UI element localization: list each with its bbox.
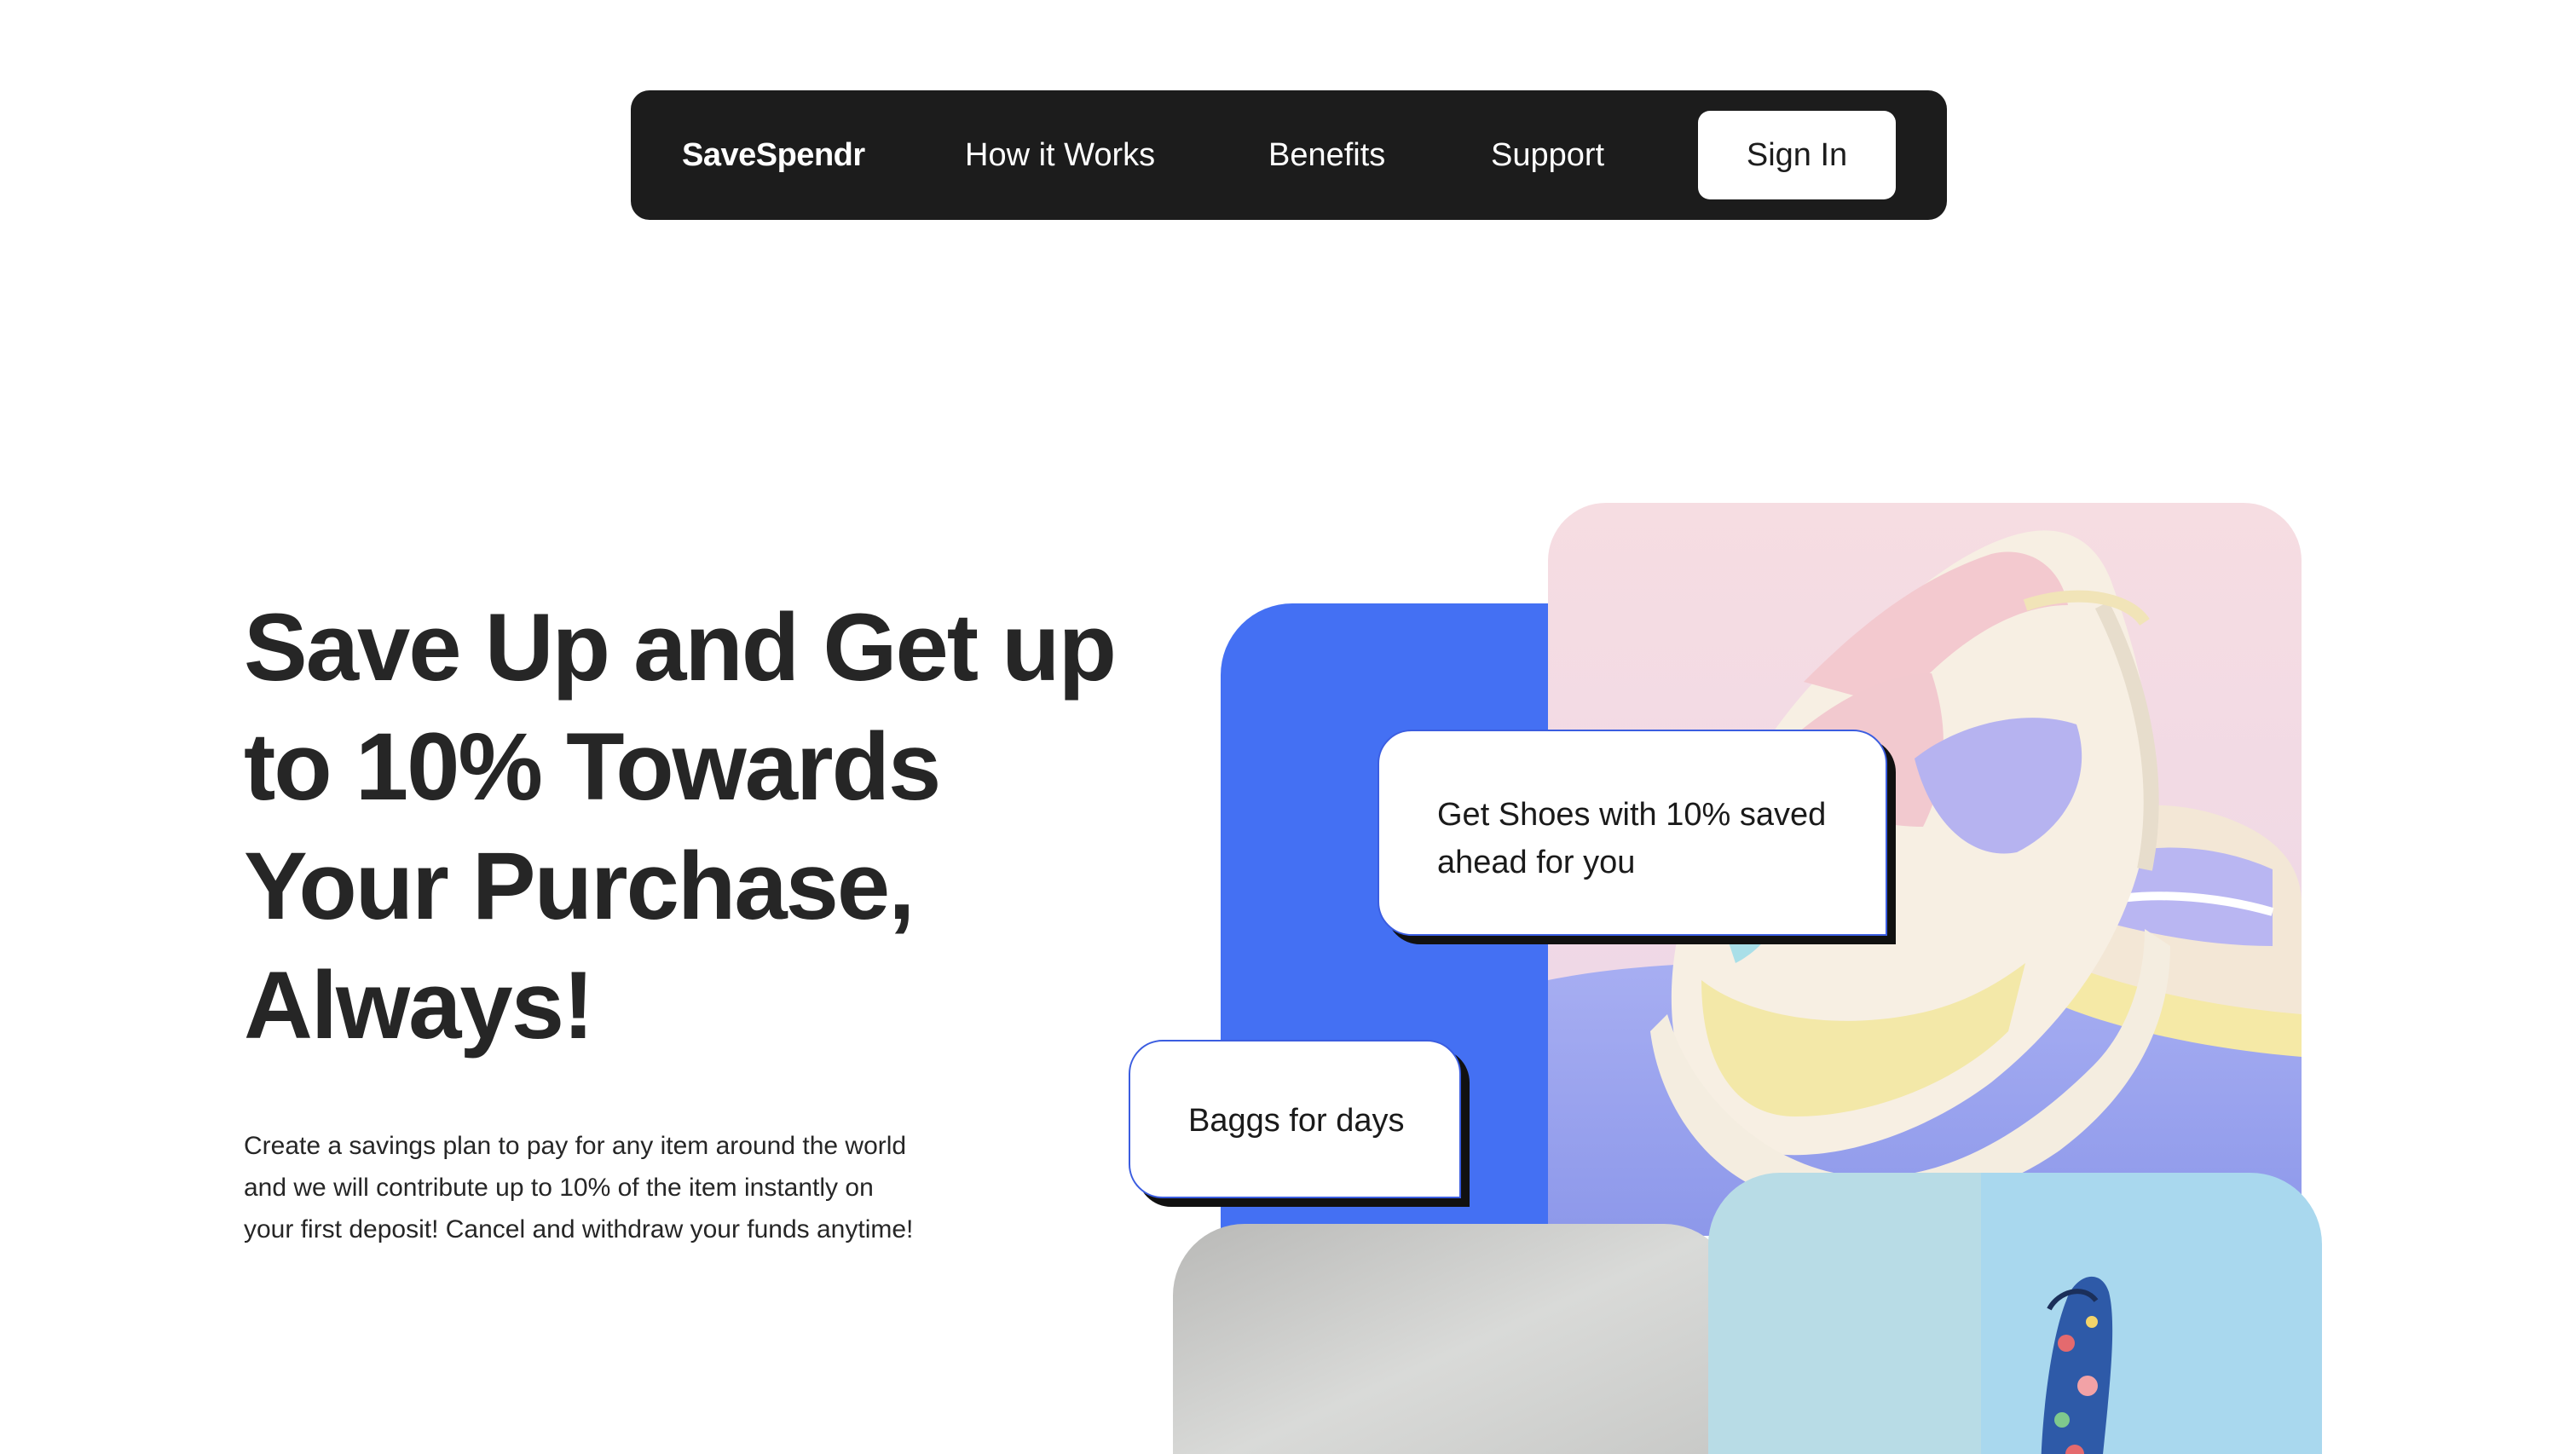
- bags-callout-text: Baggs for days: [1188, 1103, 1405, 1139]
- landing-page: SaveSpendr How it Works Benefits Support…: [0, 0, 2576, 1454]
- hero-title: Save Up and Get up to 10% Towards Your P…: [244, 594, 1117, 1059]
- top-navbar: SaveSpendr How it Works Benefits Support…: [631, 90, 1947, 220]
- sign-in-button[interactable]: Sign In: [1698, 111, 1896, 199]
- shoes-callout-card: Get Shoes with 10% saved ahead for you: [1378, 730, 1887, 936]
- hero-subtitle: Create a savings plan to pay for any ite…: [244, 1132, 914, 1243]
- shoes-callout-text: Get Shoes with 10% saved ahead for you: [1437, 797, 1827, 880]
- nav-link-how-it-works[interactable]: How it Works: [965, 90, 1155, 220]
- nav-link-support[interactable]: Support: [1491, 90, 1604, 220]
- bag-photo: [1173, 1224, 1736, 1454]
- nav-link-benefits[interactable]: Benefits: [1268, 90, 1385, 220]
- brand-logo[interactable]: SaveSpendr: [682, 90, 865, 220]
- heel-photo: [1708, 1173, 2322, 1454]
- bags-callout-card: Baggs for days: [1129, 1040, 1461, 1198]
